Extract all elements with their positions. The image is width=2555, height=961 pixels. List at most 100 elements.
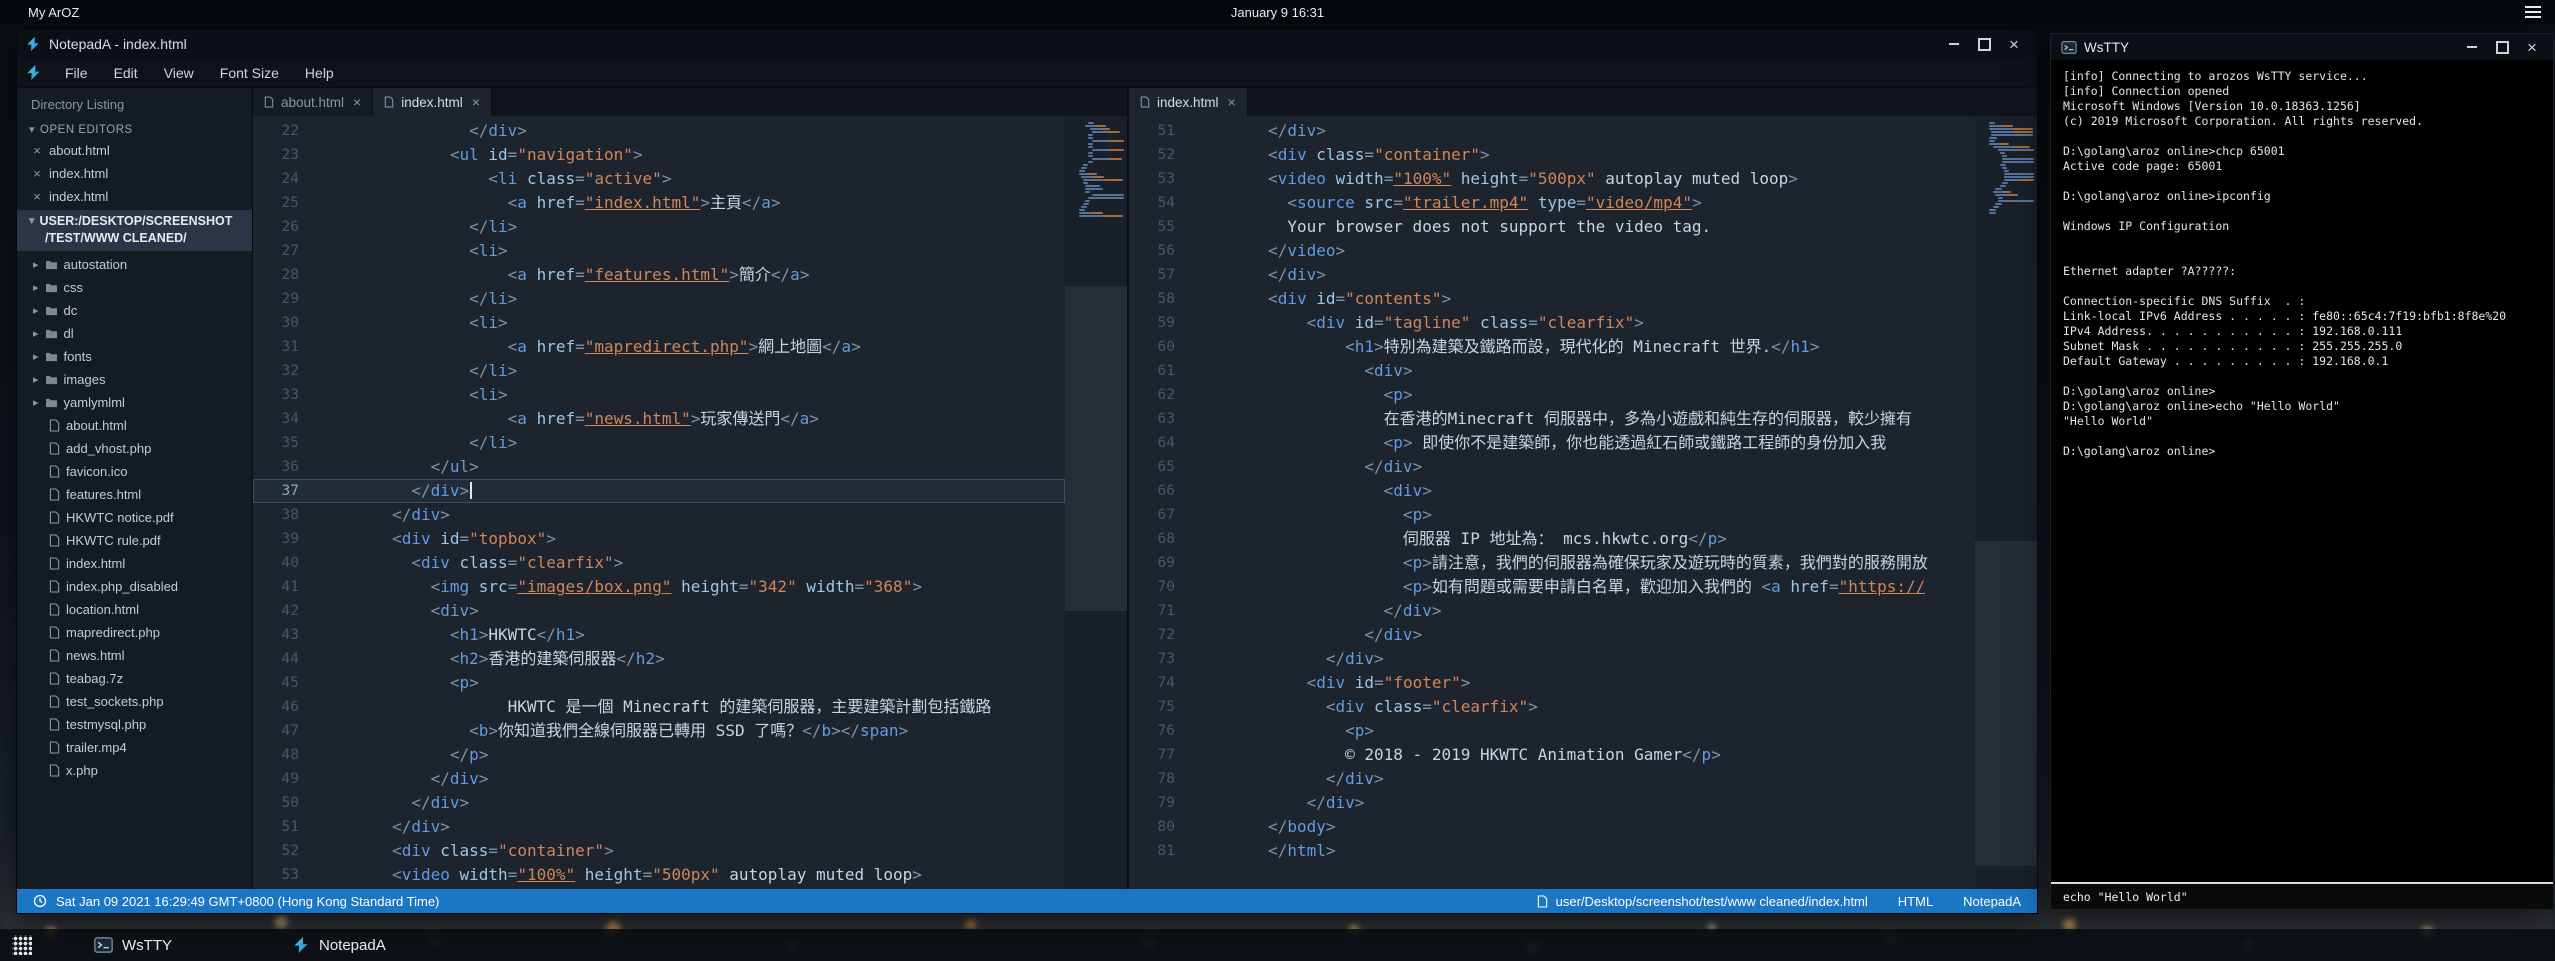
folder-item[interactable]: ▸ dl (17, 322, 252, 345)
taskbar-item-notepada[interactable]: NotepadA (286, 929, 392, 961)
code-line[interactable]: 36 </ul> (253, 455, 1065, 479)
tab-close-icon[interactable]: × (1228, 94, 1236, 110)
menu-item[interactable]: Font Size (207, 65, 292, 81)
code-line[interactable]: 58 <div id="contents"> (1129, 287, 1975, 311)
menu-item[interactable]: Help (292, 65, 347, 81)
code-line[interactable]: 52 <div class="container"> (253, 839, 1065, 863)
file-item[interactable]: teabag.7z (17, 667, 252, 690)
file-item[interactable]: about.html (17, 414, 252, 437)
code-line[interactable]: 75 <div class="clearfix"> (1129, 695, 1975, 719)
file-item[interactable]: favicon.ico (17, 460, 252, 483)
code-line[interactable]: 51 </div> (1129, 119, 1975, 143)
code-line[interactable]: 40 <div class="clearfix"> (253, 551, 1065, 575)
code-line[interactable]: 74 <div id="footer"> (1129, 671, 1975, 695)
file-item[interactable]: index.php_disabled (17, 575, 252, 598)
code-line[interactable]: 38 </div> (253, 503, 1065, 527)
file-item[interactable]: HKWTC notice.pdf (17, 506, 252, 529)
menu-item[interactable]: View (151, 65, 207, 81)
terminal-output[interactable]: [info] Connecting to arozos WsTTY servic… (2051, 60, 2553, 882)
code-line[interactable]: 37 </div> (253, 479, 1065, 503)
code-line[interactable]: 61 <div> (1129, 359, 1975, 383)
code-line[interactable]: 48 </p> (253, 743, 1065, 767)
code-line[interactable]: 53 <video width="100%" height="500px" au… (253, 863, 1065, 887)
folder-item[interactable]: ▸ yamlymlml (17, 391, 252, 414)
close-icon[interactable]: × (31, 189, 43, 204)
open-editor-item[interactable]: × index.html (17, 185, 252, 208)
code-line[interactable]: 41 <img src="images/box.png" height="342… (253, 575, 1065, 599)
os-brand[interactable]: My ArOZ (28, 5, 79, 20)
open-editor-item[interactable]: × about.html (17, 139, 252, 162)
code-line[interactable]: 32 </li> (253, 359, 1065, 383)
code-line[interactable]: 71 </div> (1129, 599, 1975, 623)
code-line[interactable]: 42 <div> (253, 599, 1065, 623)
code-line[interactable]: 63 在香港的Minecraft 伺服器中，多為小遊戲和純生存的伺服器，較少擁有 (1129, 407, 1975, 431)
code-line[interactable]: 59 <div id="tagline" class="clearfix"> (1129, 311, 1975, 335)
code-line[interactable]: 55 Your browser does not support the vid… (1129, 215, 1975, 239)
code-line[interactable]: 24 <li class="active"> (253, 167, 1065, 191)
minimap[interactable] (1975, 116, 2037, 889)
code-line[interactable]: 26 </li> (253, 215, 1065, 239)
minimap-viewport[interactable] (1065, 286, 1127, 611)
code-line[interactable]: 44 <h2>香港的建築伺服器</h2> (253, 647, 1065, 671)
code-line[interactable]: 77 © 2018 - 2019 HKWTC Animation Gamer</… (1129, 743, 1975, 767)
wstty-titlebar[interactable]: WsTTY × (2051, 34, 2553, 60)
editor-tab[interactable]: index.html × (1129, 88, 1248, 116)
code-line[interactable]: 56 </video> (1129, 239, 1975, 263)
file-item[interactable]: index.html (17, 552, 252, 575)
code-line[interactable]: 25 <a href="index.html">主頁</a> (253, 191, 1065, 215)
tab-close-icon[interactable]: × (472, 94, 480, 110)
close-icon[interactable]: × (31, 143, 43, 158)
file-item[interactable]: trailer.mp4 (17, 736, 252, 759)
code-editor-left[interactable]: 22 </div> 23 <ul id="navigation"> (253, 116, 1065, 889)
close-icon[interactable]: × (31, 166, 43, 181)
terminal-input[interactable]: echo "Hello World" (2051, 882, 2553, 909)
notepada-titlebar[interactable]: NotepadA - index.html × (17, 30, 2037, 58)
folder-item[interactable]: ▸ images (17, 368, 252, 391)
code-line[interactable]: 72 </div> (1129, 623, 1975, 647)
file-item[interactable]: add_vhost.php (17, 437, 252, 460)
code-line[interactable]: 47 <b>你知道我們全線伺服器已轉用 SSD 了嗎？</b></span> (253, 719, 1065, 743)
folder-item[interactable]: ▸ autostation (17, 253, 252, 276)
menu-item[interactable]: Edit (101, 65, 151, 81)
file-item[interactable]: x.php (17, 759, 252, 782)
code-line[interactable]: 52 <div class="container"> (1129, 143, 1975, 167)
folder-item[interactable]: ▸ css (17, 276, 252, 299)
code-line[interactable]: 43 <h1>HKWTC</h1> (253, 623, 1065, 647)
file-item[interactable]: news.html (17, 644, 252, 667)
editor-tab[interactable]: index.html × (373, 88, 492, 116)
code-line[interactable]: 35 </li> (253, 431, 1065, 455)
hamburger-menu-icon[interactable] (2525, 6, 2541, 18)
file-item[interactable]: test_sockets.php (17, 690, 252, 713)
minimize-button[interactable] (1939, 33, 1969, 55)
code-line[interactable]: 29 </li> (253, 287, 1065, 311)
close-button[interactable]: × (1999, 33, 2029, 55)
file-item[interactable]: location.html (17, 598, 252, 621)
code-line[interactable]: 45 <p> (253, 671, 1065, 695)
code-line[interactable]: 70 <p>如有問題或需要申請白名單，歡迎加入我們的 <a href="http… (1129, 575, 1975, 599)
code-line[interactable]: 60 <h1>特別為建築及鐵路而設，現代化的 Minecraft 世界.</h1… (1129, 335, 1975, 359)
code-line[interactable]: 53 <video width="100%" height="500px" au… (1129, 167, 1975, 191)
code-line[interactable]: 80 </body> (1129, 815, 1975, 839)
minimap-viewport[interactable] (1975, 541, 2037, 866)
code-line[interactable]: 50 </div> (253, 791, 1065, 815)
code-line[interactable]: 46 HKWTC 是一個 Minecraft 的建築伺服器，主要建築計劃包括鐵路 (253, 695, 1065, 719)
minimap[interactable] (1065, 116, 1127, 889)
editor-tab[interactable]: about.html × (253, 88, 373, 116)
code-line[interactable]: 23 <ul id="navigation"> (253, 143, 1065, 167)
folder-item[interactable]: ▸ dc (17, 299, 252, 322)
code-line[interactable]: 54 <source src="trailer.mp4" type="video… (1129, 191, 1975, 215)
code-line[interactable]: 49 </div> (253, 767, 1065, 791)
open-editors-header[interactable]: ▾ OPEN EDITORS (17, 120, 252, 139)
open-editor-item[interactable]: × index.html (17, 162, 252, 185)
code-line[interactable]: 67 <p> (1129, 503, 1975, 527)
workspace-folder-header[interactable]: ▾ USER:/DESKTOP/SCREENSHOT /TEST/WWW CLE… (17, 210, 252, 251)
code-line[interactable]: 39 <div id="topbox"> (253, 527, 1065, 551)
code-line[interactable]: 27 <li> (253, 239, 1065, 263)
code-line[interactable]: 68 伺服器 IP 地址為： mcs.hkwtc.org</p> (1129, 527, 1975, 551)
code-line[interactable]: 34 <a href="news.html">玩家傳送門</a> (253, 407, 1065, 431)
code-line[interactable]: 33 <li> (253, 383, 1065, 407)
maximize-button[interactable] (2487, 36, 2517, 58)
code-editor-right[interactable]: 51 </div> 52 <div class="container"> (1129, 116, 1975, 889)
code-line[interactable]: 28 <a href="features.html">簡介</a> (253, 263, 1065, 287)
code-line[interactable]: 30 <li> (253, 311, 1065, 335)
